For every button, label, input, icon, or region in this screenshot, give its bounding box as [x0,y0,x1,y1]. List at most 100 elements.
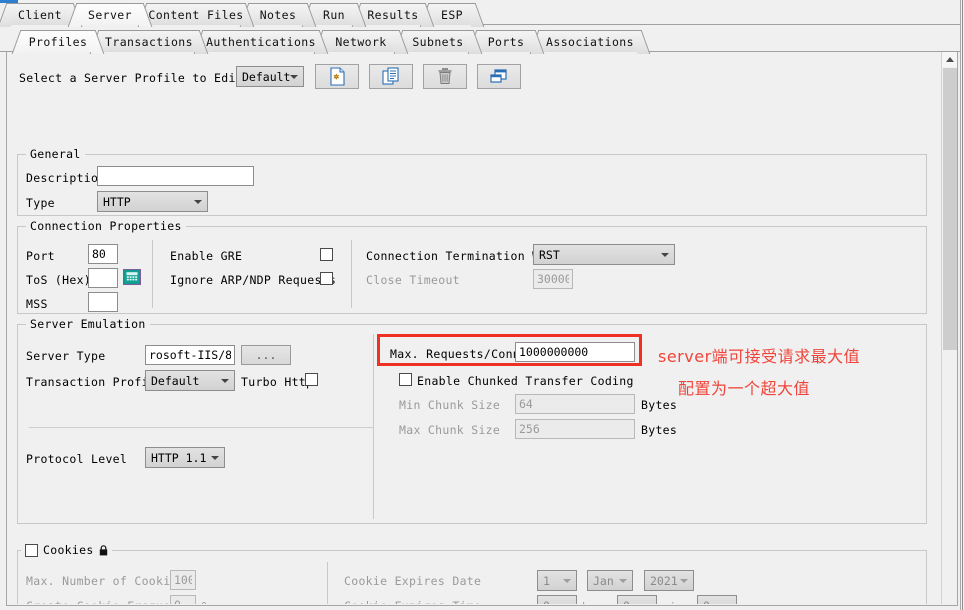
enable-chunked-checkbox[interactable] [399,373,412,386]
scrollbar-thumb[interactable] [943,68,957,350]
tab-label: Network [335,34,387,49]
cookie-expires-min-select[interactable]: 0 [617,595,657,604]
description-input[interactable] [97,166,254,186]
cookie-expires-min-unit: min. [662,600,691,604]
cookie-expires-year-select[interactable]: 2021 [644,570,694,591]
tab-ports[interactable]: Ports [467,30,545,54]
column-divider [327,562,328,604]
protocol-level-label: Protocol Level [26,452,128,466]
copy-document-icon [382,67,399,85]
tab-results[interactable]: Results [351,3,435,27]
edge-line-2 [962,0,963,610]
type-select[interactable]: HTTP [97,191,208,212]
tab-associations[interactable]: Associations [529,30,651,54]
tab-network[interactable]: Network [313,30,409,54]
cookie-expires-hrs-select[interactable]: 0 [537,595,577,604]
delete-profile-button[interactable] [423,64,467,89]
tos-keypad-button[interactable] [123,269,141,285]
tab-client[interactable]: Client [0,3,83,27]
create-cookie-frequency-unit: % [202,599,209,604]
tab-transactions[interactable]: Transactions [89,30,209,54]
tab-label: Run [323,7,345,22]
profile-select[interactable]: Default [236,66,304,87]
max-chunk-label: Max Chunk Size [399,423,501,437]
mss-label: MSS [26,297,48,311]
cookie-expires-month-select[interactable]: Jan [587,570,633,591]
server-type-browse-label: ... [255,348,277,362]
chevron-down-icon [680,578,688,583]
max-cookies-label: Max. Number of Cookies [26,574,185,588]
min-chunk-input[interactable] [515,394,635,414]
tab-label: Associations [546,34,634,49]
server-type-input[interactable] [145,345,235,365]
tab-server[interactable]: Server [67,3,153,27]
annotation-line-2: 配置为一个超大值 [678,379,811,398]
profile-select-value: Default [242,69,291,84]
cookie-expires-hrs-value: 0 [543,599,550,605]
ignore-arp-label: Ignore ARP/NDP Requests [170,273,337,287]
scroll-up-button[interactable] [942,52,957,67]
cookie-expires-time-label: Cookie Expires Time [344,599,481,604]
window-right-edge [960,0,964,610]
termination-select[interactable]: RST [533,244,675,265]
cookies-group-title: Cookies [43,543,94,557]
chevron-down-icon [643,603,651,604]
chevron-down-icon [290,74,298,79]
ignore-arp-checkbox[interactable] [320,272,333,285]
connection-properties-group: Connection Properties [17,219,927,314]
max-chunk-input[interactable] [515,419,635,439]
min-chunk-unit: Bytes [641,398,678,412]
server-type-browse-button[interactable]: ... [241,345,291,365]
close-timeout-input[interactable] [533,269,573,289]
vertical-scrollbar[interactable] [941,52,957,604]
transaction-profile-select[interactable]: Default [145,370,235,391]
connection-properties-title: Connection Properties [26,219,186,233]
max-requests-input[interactable] [515,342,635,362]
rename-profile-button[interactable] [477,64,521,89]
enable-gre-checkbox[interactable] [320,248,333,261]
tab-label: Notes [259,7,297,22]
tab-content-files[interactable]: Content Files [137,3,255,27]
window-rename-icon [490,69,507,83]
termination-select-value: RST [539,247,560,262]
edge-line-1 [960,0,961,610]
tab-label: Client [18,7,62,22]
keypad-icon [125,271,139,283]
type-select-value: HTTP [103,194,131,209]
tab-subnets[interactable]: Subnets [393,30,483,54]
tab-run[interactable]: Run [301,3,367,27]
create-cookie-frequency-label: Create Cookie Frequency [26,599,192,604]
secondary-tab-bar[interactable]: Profiles Transactions Authentications Netwo… [0,30,964,54]
tab-esp[interactable]: ESP [419,3,485,27]
cookie-expires-year-value: 2021 [650,573,678,588]
primary-tab-bar[interactable]: Client Server Content Files Notes Run Results… [0,3,964,27]
chevron-down-icon [723,603,731,604]
enable-gre-label: Enable GRE [170,249,243,263]
cookie-expires-day-value: 1 [543,573,550,588]
mss-input[interactable] [88,292,118,312]
tab-profiles[interactable]: Profiles [11,30,105,54]
tab-notes[interactable]: Notes [239,3,317,27]
new-profile-button[interactable] [315,64,359,89]
max-cookies-input[interactable] [170,570,196,590]
create-cookie-frequency-input[interactable] [170,595,196,604]
profiles-panel: Select a Server Profile to Edit: Default [6,52,958,606]
min-chunk-label: Min Chunk Size [399,398,501,412]
turbo-http-checkbox[interactable] [305,373,318,386]
cookie-expires-sec-select[interactable]: 0 [697,595,737,604]
copy-profile-button[interactable] [369,64,413,89]
port-input[interactable] [88,244,118,264]
protocol-level-select[interactable]: HTTP 1.1 [145,447,225,468]
max-chunk-unit: Bytes [641,423,678,437]
cookie-expires-day-select[interactable]: 1 [537,570,577,591]
cookie-expires-sec-value: 0 [703,599,710,605]
tab-label: Results [367,7,419,22]
cookies-checkbox[interactable] [25,543,38,557]
chevron-down-icon [211,455,219,460]
tab-authentications[interactable]: Authentications [193,30,329,54]
cookies-group-header: Cookies [21,542,112,558]
cookie-expires-sec-unit: sec. [742,600,771,604]
tos-input[interactable] [88,268,118,288]
tab-label: Server [88,7,132,22]
panel-content: Select a Server Profile to Edit: Default [7,52,937,604]
